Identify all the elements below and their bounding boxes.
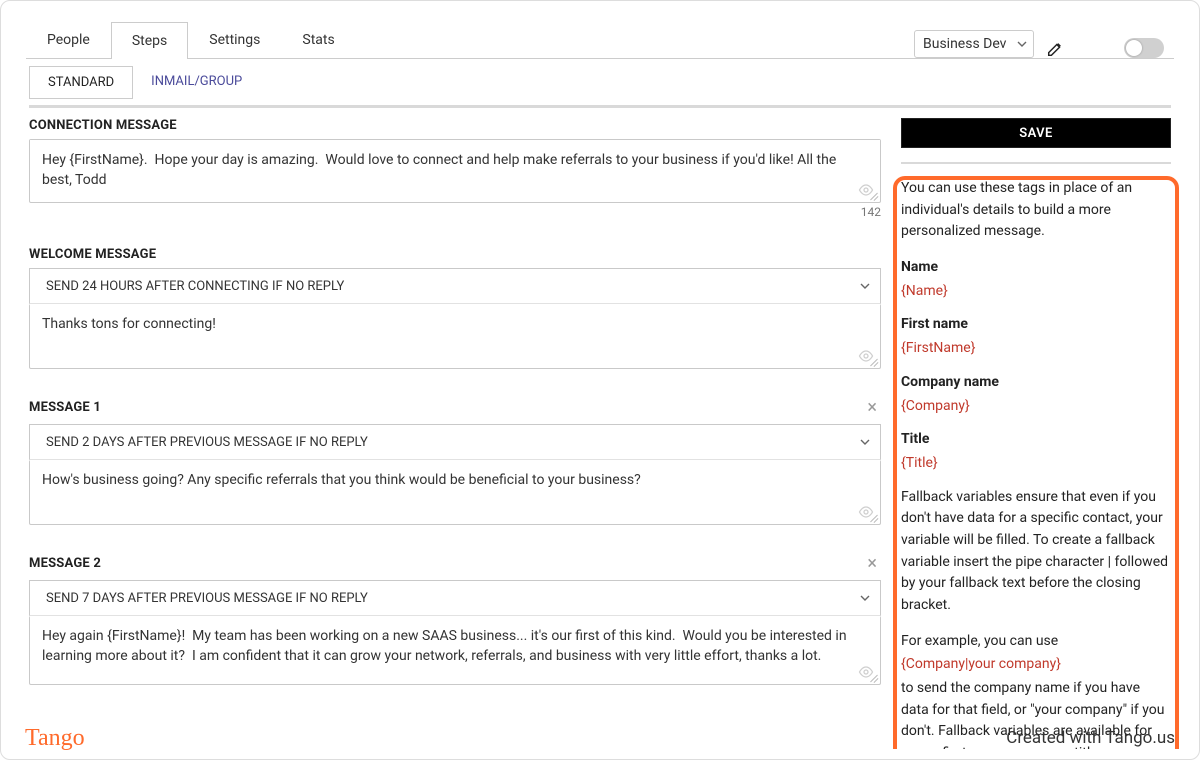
welcome-timing-select[interactable]: SEND 24 HOURS AFTER CONNECTING IF NO REP… (29, 268, 881, 304)
tag-label-firstname: First name (901, 314, 1171, 336)
chevron-down-icon (860, 281, 870, 291)
tango-logo: Tango (25, 725, 85, 752)
resize-handle-icon[interactable] (868, 512, 878, 522)
connection-message-input[interactable] (30, 140, 880, 198)
tags-intro: You can use these tags in place of an in… (901, 178, 1171, 243)
compose-icon[interactable] (1046, 40, 1064, 58)
remove-step-button[interactable]: × (863, 553, 881, 574)
divider (29, 105, 1171, 108)
resize-handle-icon[interactable] (868, 672, 878, 682)
tag-label-company: Company name (901, 372, 1171, 394)
subtab-standard[interactable]: STANDARD (29, 66, 133, 99)
tags-example-token: {Company|your company} (901, 654, 1171, 676)
section-title: MESSAGE 2 (29, 556, 101, 571)
chevron-down-icon (1017, 39, 1027, 49)
tab-people[interactable]: People (26, 21, 111, 58)
campaign-select[interactable]: Business Dev (914, 30, 1034, 58)
tab-bar: People Steps Settings Stats Business Dev (26, 21, 1174, 59)
tab-stats[interactable]: Stats (281, 21, 355, 58)
resize-handle-icon[interactable] (868, 356, 878, 366)
resize-handle-icon[interactable] (868, 190, 878, 200)
campaign-select-value: Business Dev (923, 36, 1006, 52)
tag-label-title: Title (901, 429, 1171, 451)
welcome-timing-value: SEND 24 HOURS AFTER CONNECTING IF NO REP… (46, 279, 344, 294)
m1-timing-select[interactable]: SEND 2 DAYS AFTER PREVIOUS MESSAGE IF NO… (29, 424, 881, 460)
tag-token-name: {Name} (901, 281, 1171, 303)
tab-settings[interactable]: Settings (188, 21, 281, 58)
chevron-down-icon (860, 437, 870, 447)
tab-steps[interactable]: Steps (111, 22, 188, 59)
tag-token-title: {Title} (901, 453, 1171, 475)
section-title: MESSAGE 1 (29, 400, 101, 415)
tags-help-panel: You can use these tags in place of an in… (901, 178, 1171, 749)
char-count: 142 (29, 205, 881, 219)
tag-label-name: Name (901, 257, 1171, 279)
save-button[interactable]: SAVE (901, 118, 1171, 148)
tag-token-firstname: {FirstName} (901, 338, 1171, 360)
m1-message-input[interactable] (30, 460, 880, 520)
m1-timing-value: SEND 2 DAYS AFTER PREVIOUS MESSAGE IF NO… (46, 435, 368, 450)
tags-example-lead: For example, you can use (901, 631, 1171, 653)
footer-credits: Created with Tango.us (1006, 728, 1175, 748)
section-title: CONNECTION MESSAGE (29, 118, 177, 133)
section-message-1: MESSAGE 1 × SEND 2 DAYS AFTER PREVIOUS M… (29, 397, 881, 525)
m2-message-input[interactable] (30, 616, 880, 680)
welcome-message-input[interactable] (30, 304, 880, 364)
subtab-inmail-group[interactable]: INMAIL/GROUP (133, 66, 260, 99)
campaign-active-toggle[interactable] (1124, 38, 1164, 58)
toggle-knob (1126, 40, 1142, 56)
tags-fallback-explain: Fallback variables ensure that even if y… (901, 487, 1171, 617)
footer: Tango Created with Tango.us (1, 717, 1199, 759)
remove-step-button[interactable]: × (863, 397, 881, 418)
section-welcome: WELCOME MESSAGE SEND 24 HOURS AFTER CONN… (29, 247, 881, 369)
subtab-bar: STANDARD INMAIL/GROUP (29, 66, 1171, 99)
section-message-2: MESSAGE 2 × SEND 7 DAYS AFTER PREVIOUS M… (29, 553, 881, 685)
divider (901, 162, 1171, 164)
m2-timing-select[interactable]: SEND 7 DAYS AFTER PREVIOUS MESSAGE IF NO… (29, 580, 881, 616)
section-title: WELCOME MESSAGE (29, 247, 156, 262)
tag-token-company: {Company} (901, 396, 1171, 418)
chevron-down-icon (860, 593, 870, 603)
section-connection: CONNECTION MESSAGE 142 (29, 118, 881, 219)
m2-timing-value: SEND 7 DAYS AFTER PREVIOUS MESSAGE IF NO… (46, 591, 368, 606)
